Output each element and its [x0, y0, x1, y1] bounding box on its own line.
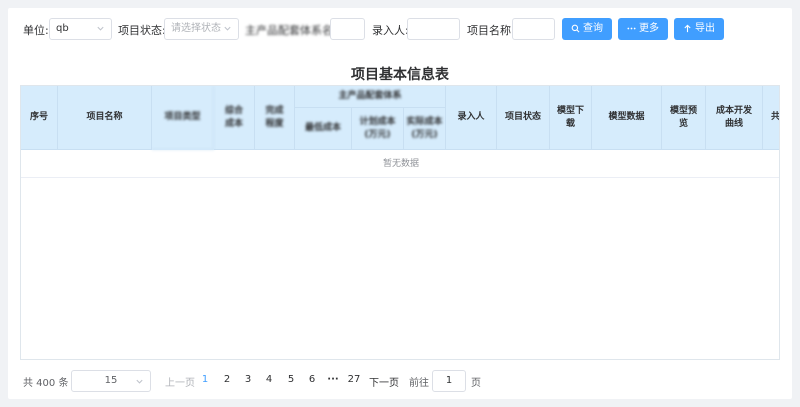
col-sub2[interactable]: 计划成本 (万元) — [352, 108, 404, 150]
goto-label: 前往 — [409, 378, 429, 389]
col-sub3-label: 实际成本 (万元) — [406, 116, 443, 140]
more-button-label: 更多 — [639, 23, 659, 34]
more-icon — [627, 27, 636, 30]
col-status[interactable]: 项目状态 — [497, 86, 550, 150]
project-table: 序号 项目名称 项目类型 综合 成本 完成 程度 主产品配套体系 最低成本 计划… — [20, 85, 780, 360]
filter-toolbar: 单位: qb 项目状态: 请选择状态 主产品配套体系名称: 录入人: 项目名称:… — [8, 18, 792, 40]
col-sub3[interactable]: 实际成本 (万元) — [404, 108, 446, 150]
pagination: 共 400 条 15 上一页 1 2 3 4 5 6 ··· 27 下一页 前往… — [8, 370, 792, 392]
chevron-down-icon — [136, 379, 143, 384]
col-model-download[interactable]: 模型下 载 — [550, 86, 592, 150]
col-overall-label: 综合 成本 — [224, 105, 243, 129]
table-title: 项目基本信息表 — [351, 67, 449, 83]
col-group-label: 主产品配套体系 — [338, 91, 402, 101]
col-group[interactable]: 主产品配套体系 — [295, 86, 446, 108]
col-degree[interactable]: 完成 程度 — [255, 86, 295, 150]
col-project-name[interactable]: 项目名称 — [58, 86, 152, 150]
col-curve-label: 成本开发 曲线 — [715, 105, 752, 129]
prev-page-button[interactable]: 上一页 — [165, 374, 195, 389]
unit-select[interactable]: qb — [49, 18, 112, 40]
query-button[interactable]: 查询 — [562, 18, 612, 40]
pagination-total: 共 400 条 — [23, 378, 69, 389]
col-project-type[interactable]: 项目类型 — [152, 86, 214, 150]
more-button[interactable]: 更多 — [618, 18, 668, 40]
col-overall[interactable]: 综合 成本 — [214, 86, 255, 150]
chevron-down-icon — [224, 26, 231, 31]
system-input[interactable] — [330, 18, 365, 40]
unit-select-value: qb — [56, 23, 69, 34]
col-entry[interactable]: 录入人 — [446, 86, 497, 150]
entry-input[interactable] — [407, 18, 460, 40]
export-button[interactable]: 导出 — [674, 18, 724, 40]
project-name-input[interactable] — [512, 18, 555, 40]
col-index[interactable]: 序号 — [21, 86, 58, 150]
page-2[interactable]: 2 — [218, 374, 236, 385]
empty-state: 暂无数据 — [21, 150, 779, 178]
page-container: 单位: qb 项目状态: 请选择状态 主产品配套体系名称: 录入人: 项目名称:… — [8, 8, 792, 399]
page-6[interactable]: 6 — [303, 374, 321, 385]
col-model-data[interactable]: 模型数据 — [592, 86, 662, 150]
search-icon — [571, 24, 580, 33]
goto-page-input[interactable]: 1 — [432, 370, 466, 392]
page-3[interactable]: 3 — [239, 374, 257, 385]
more-pages[interactable]: ··· — [324, 374, 342, 385]
status-select[interactable]: 请选择状态 — [164, 18, 239, 40]
page-size-select[interactable]: 15 — [71, 370, 151, 392]
page-4[interactable]: 4 — [260, 374, 278, 385]
page-27[interactable]: 27 — [345, 374, 363, 385]
page-size-value: 15 — [104, 375, 118, 386]
col-sub2-label: 计划成本 (万元) — [359, 116, 396, 140]
status-label: 项目状态: — [118, 24, 166, 37]
col-sub1-label: 最低成本 — [304, 123, 341, 133]
col-degree-label: 完成 程度 — [265, 105, 284, 129]
entry-label: 录入人: — [372, 24, 409, 37]
export-button-label: 导出 — [695, 23, 715, 34]
col-curve[interactable]: 成本开发 曲线 — [706, 86, 763, 150]
col-sub1[interactable]: 最低成本 — [295, 108, 352, 150]
chevron-down-icon — [97, 26, 104, 31]
query-button-label: 查询 — [583, 23, 603, 34]
page-1[interactable]: 1 — [196, 374, 214, 385]
table-header: 序号 项目名称 项目类型 综合 成本 完成 程度 主产品配套体系 最低成本 计划… — [21, 86, 779, 150]
arrow-up-icon — [684, 24, 691, 33]
next-page-button[interactable]: 下一页 — [369, 374, 399, 389]
status-select-placeholder: 请选择状态 — [171, 23, 221, 34]
page-unit-label: 页 — [471, 378, 481, 389]
col-more[interactable]: 共 — [763, 86, 779, 150]
page-5[interactable]: 5 — [282, 374, 300, 385]
name-label: 项目名称: — [467, 24, 515, 37]
col-model-preview[interactable]: 模型预 览 — [662, 86, 706, 150]
unit-label: 单位: — [23, 24, 49, 37]
